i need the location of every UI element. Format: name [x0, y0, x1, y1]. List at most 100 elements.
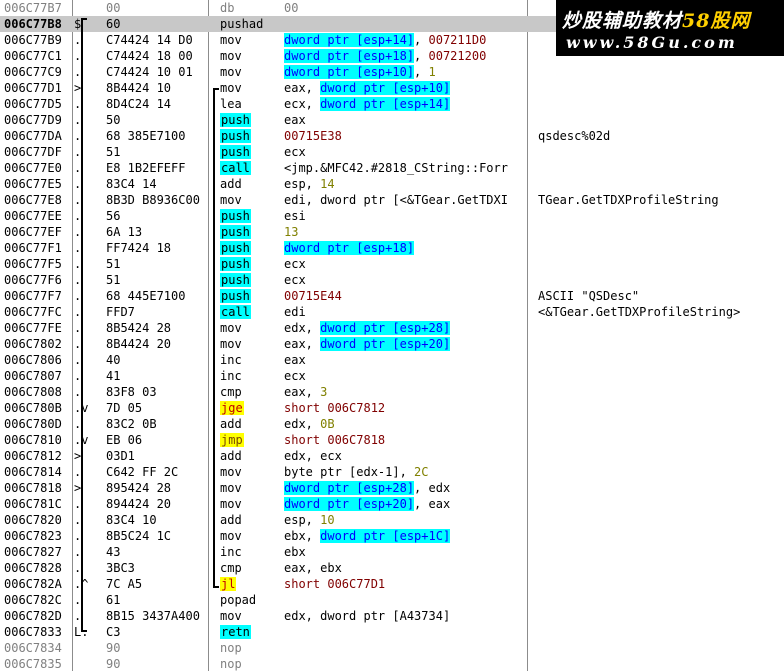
operand-token: edi	[284, 305, 306, 319]
operands-cell	[284, 656, 526, 672]
instruction-row[interactable]: 006C7812 >03D1 add edx, ecx	[0, 448, 784, 464]
instruction-row[interactable]: 006C77D5. 8D4C24 14 lea ecx, dword ptr [esp…	[0, 96, 784, 112]
instruction-row[interactable]: 006C7827. 43 inc ebx	[0, 544, 784, 560]
operands-cell: eax, dword ptr [esp+20]	[284, 336, 526, 352]
instruction-row[interactable]: 006C77F1. FF7424 18 push dword ptr [esp+18]	[0, 240, 784, 256]
instruction-row[interactable]: 006C77F6. 51 push ecx	[0, 272, 784, 288]
instruction-row[interactable]: 006C77EF. 6A 13 push 13	[0, 224, 784, 240]
address-cell: 006C77F7	[4, 289, 62, 303]
instruction-row[interactable]: 006C7818 >895424 28 mov dword ptr [esp+28],…	[0, 480, 784, 496]
mnemonic: mov	[220, 193, 242, 207]
instruction-row[interactable]: 006C7810 .v EB 06 jmp short 006C7818	[0, 432, 784, 448]
function-bracket-bottom	[81, 630, 87, 632]
mnemonic: push	[220, 129, 251, 143]
hex-bytes-cell: 90	[106, 657, 121, 671]
mnemonic: mov	[220, 49, 242, 63]
instruction-row[interactable]: 006C7820. 83C4 10 add esp, 10	[0, 512, 784, 528]
operand-token: dword ptr [esp+10]	[320, 81, 451, 95]
mnemonic: push	[220, 209, 251, 223]
mnemonic: add	[220, 449, 242, 463]
address-cell: 006C7808	[4, 385, 62, 399]
operand-token: dword ptr [esp+18]	[284, 49, 415, 63]
address-cell: 006C77EF	[4, 225, 62, 239]
mnemonic: lea	[220, 97, 242, 111]
instruction-row[interactable]: 006C77DA. 68 385E7100 push 00715E38 qsdesc%0…	[0, 128, 784, 144]
comment-cell	[538, 608, 784, 624]
instruction-row[interactable]: 006C7834 90 nop	[0, 640, 784, 656]
mnemonic-cell: mov	[220, 192, 270, 208]
instruction-row[interactable]: 006C781C. 894424 20 mov dword ptr [esp+20],…	[0, 496, 784, 512]
instruction-row[interactable]: 006C782C. 61 popad	[0, 592, 784, 608]
address-cell: 006C77D9	[4, 113, 62, 127]
instruction-row[interactable]: 006C7806. 40 inc eax	[0, 352, 784, 368]
comment-cell	[538, 160, 784, 176]
hex-bytes-cell: FFD7	[106, 305, 135, 319]
instruction-row[interactable]: 006C77FC. FFD7 call edi <&TGear.GetTDXProfil…	[0, 304, 784, 320]
instruction-row[interactable]: 006C7802. 8B4424 20 mov eax, dword ptr [esp…	[0, 336, 784, 352]
instruction-row[interactable]: 006C780D. 83C2 0B add edx, 0B	[0, 416, 784, 432]
operand-token: ,	[414, 65, 429, 79]
operand-token: short 006C7818	[284, 433, 386, 447]
mnemonic-cell: popad	[220, 592, 270, 608]
mnemonic: jl	[220, 577, 237, 591]
address-cell: 006C7835	[4, 657, 62, 671]
address-cell: 006C782A	[4, 577, 62, 591]
instruction-row[interactable]: 006C77F5. 51 push ecx	[0, 256, 784, 272]
instruction-row[interactable]: 006C7833 L. C3 retn	[0, 624, 784, 640]
instruction-row[interactable]: 006C782A .^ 7C A5 jl short 006C77D1	[0, 576, 784, 592]
operand-token: , eax	[414, 497, 451, 511]
mnemonic: mov	[220, 529, 242, 543]
instruction-row[interactable]: 006C77C9. C74424 10 01 mov dword ptr [esp+1…	[0, 64, 784, 80]
operand-token: ecx	[284, 145, 306, 159]
comment-cell	[538, 80, 784, 96]
mnemonic-cell: call	[220, 304, 270, 320]
instruction-row[interactable]: 006C7828. 3BC3 cmp eax, ebx	[0, 560, 784, 576]
instruction-row[interactable]: 006C77E5. 83C4 14 add esp, 14	[0, 176, 784, 192]
instruction-row[interactable]: 006C77D1 >8B4424 10 mov eax, dword ptr [esp…	[0, 80, 784, 96]
operand-token: ebx,	[284, 529, 321, 543]
instruction-row[interactable]: 006C77E0. E8 1B2EFEFF call <jmp.&MFC42.#281…	[0, 160, 784, 176]
instruction-row[interactable]: 006C77F7. 68 445E7100 push 00715E44 ASCII "Q…	[0, 288, 784, 304]
hex-bytes-cell: 8D4C24 14	[106, 97, 172, 111]
mnemonic: mov	[220, 81, 242, 95]
hex-bytes-cell: 61	[106, 593, 121, 607]
mnemonic: inc	[220, 369, 242, 383]
mnemonic-cell: mov	[220, 80, 270, 96]
mnemonic-cell: push	[220, 256, 270, 272]
instruction-row[interactable]: 006C77EE. 56 push esi	[0, 208, 784, 224]
operand-token: dword ptr [esp+14]	[320, 97, 451, 111]
comment-cell	[538, 544, 784, 560]
instruction-row[interactable]: 006C77D9. 50 push eax	[0, 112, 784, 128]
operand-token: edx, ecx	[284, 449, 342, 463]
mnemonic: add	[220, 417, 242, 431]
operands-cell: byte ptr [edx-1], 2C	[284, 464, 526, 480]
mnemonic-cell: mov	[220, 608, 270, 624]
operands-cell	[284, 640, 526, 656]
instruction-row[interactable]: 006C77E8. 8B3D B8936C00 mov edi, dword ptr …	[0, 192, 784, 208]
operand-token: dword ptr [esp+10]	[284, 65, 415, 79]
instruction-row[interactable]: 006C7835 90 nop	[0, 656, 784, 672]
instruction-row[interactable]: 006C7807. 41 inc ecx	[0, 368, 784, 384]
instruction-row[interactable]: 006C7808. 83F8 03 cmp eax, 3	[0, 384, 784, 400]
operand-token: 10	[320, 513, 335, 527]
instruction-row[interactable]: 006C77DF. 51 push ecx	[0, 144, 784, 160]
mnemonic-cell: push	[220, 112, 270, 128]
instruction-row[interactable]: 006C7814. C642 FF 2C mov byte ptr [edx-1], …	[0, 464, 784, 480]
instruction-row[interactable]: 006C782D. 8B15 3437A400 mov edx, dword ptr …	[0, 608, 784, 624]
disassembly-view[interactable]: 006C77B7 00 db 00 006C77B8 $60 pushad 006C77B9.…	[0, 0, 784, 671]
hex-bytes-cell: 3BC3	[106, 561, 135, 575]
comment-cell: qsdesc%02d	[538, 129, 611, 143]
address-cell: 006C77EE	[4, 209, 62, 223]
hex-bytes-cell: 56	[106, 209, 121, 223]
comment-cell	[538, 176, 784, 192]
mnemonic-cell: mov	[220, 32, 270, 48]
instruction-row[interactable]: 006C77FE. 8B5424 28 mov edx, dword ptr [esp…	[0, 320, 784, 336]
instruction-row[interactable]: 006C7823. 8B5C24 1C mov ebx, dword ptr [esp…	[0, 528, 784, 544]
flow-marker	[74, 640, 100, 656]
hex-bytes-cell: 8B5C24 1C	[106, 529, 172, 543]
operand-token: dword ptr [esp+28]	[320, 321, 451, 335]
address-cell: 006C77D1	[4, 81, 62, 95]
instruction-row[interactable]: 006C780B .v 7D 05 jge short 006C7812	[0, 400, 784, 416]
hex-bytes-cell: E8 1B2EFEFF	[106, 161, 186, 175]
address-cell: 006C780D	[4, 417, 62, 431]
